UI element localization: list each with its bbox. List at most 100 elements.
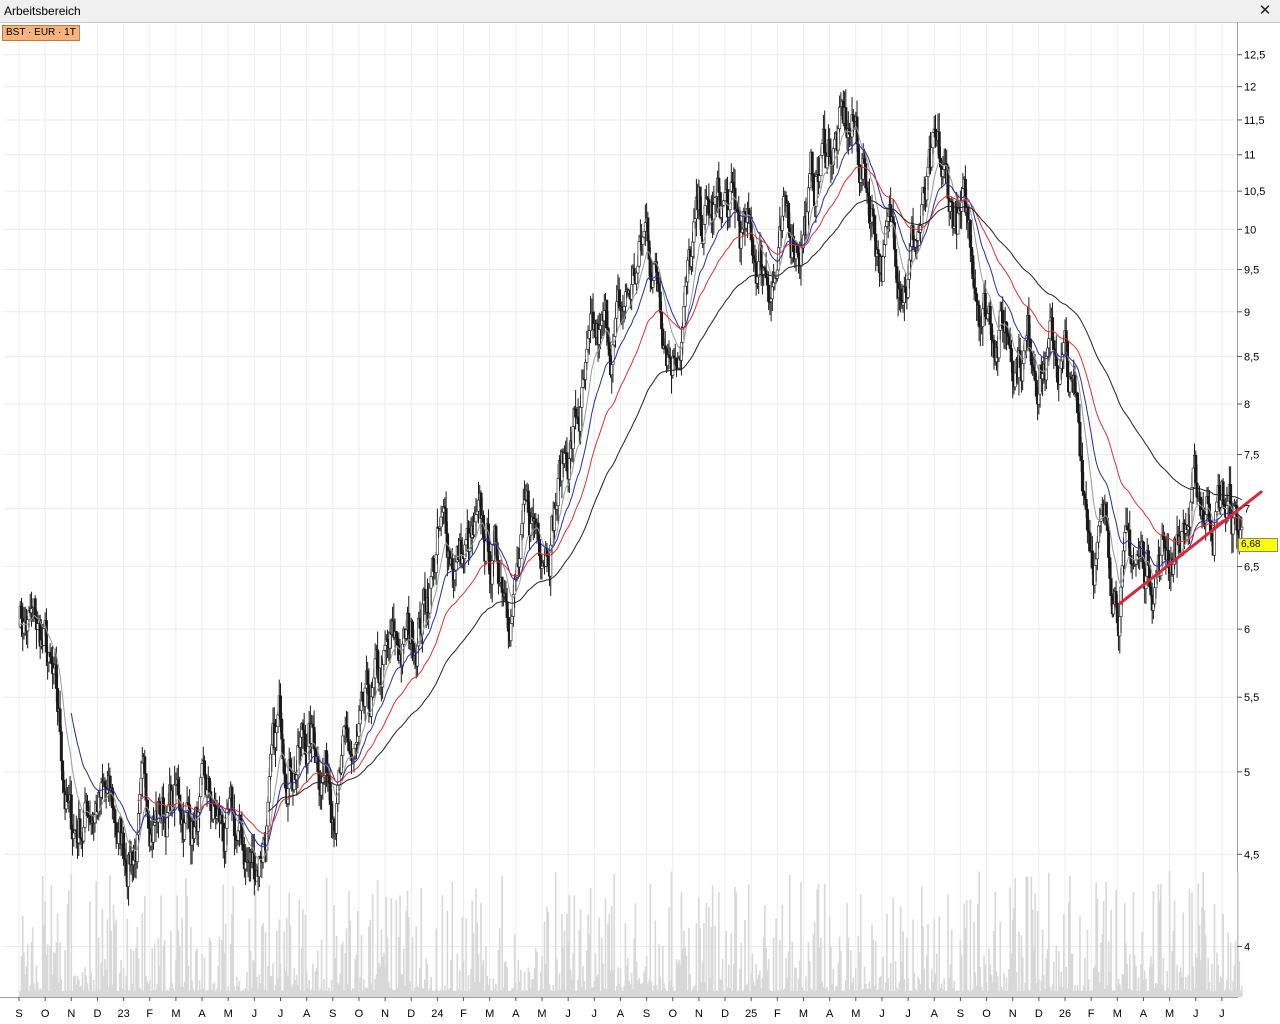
- volume-bar: [791, 942, 794, 997]
- volume-bar: [847, 937, 850, 997]
- volume-bar: [649, 883, 652, 997]
- x-axis: S O N D 23 F M A M J J A S O N D 24 F M A M J J A S O N D 25 F M A M J J A S…: [15, 997, 1225, 1020]
- x-tick-label: A: [1140, 1008, 1148, 1020]
- x-tick-label: A: [303, 1008, 311, 1020]
- volume-bar: [563, 930, 566, 997]
- x-tick-label: F: [1088, 1008, 1095, 1020]
- candle-body: [1107, 530, 1111, 558]
- last-price-tag: 6,68: [1238, 538, 1278, 553]
- volume-bar: [927, 924, 929, 997]
- x-tick-label: N: [1009, 1008, 1017, 1020]
- candle-body: [113, 809, 117, 824]
- volume-bar: [1102, 901, 1105, 997]
- volume-bar: [264, 932, 267, 997]
- volume-bar: [298, 899, 300, 997]
- volume-bar: [536, 951, 538, 997]
- candle-body: [1123, 532, 1127, 552]
- x-tick-label: M: [1113, 1008, 1122, 1020]
- y-tick-label: 9,5: [1244, 264, 1259, 276]
- volume-bar: [395, 900, 398, 997]
- volume-bar: [1182, 912, 1185, 997]
- volume-bar: [711, 885, 714, 997]
- volume-bar: [1227, 932, 1229, 997]
- x-tick-label: M: [1165, 1008, 1174, 1020]
- volume-bar: [823, 883, 826, 997]
- candle-body: [739, 232, 743, 249]
- volume-bar: [579, 909, 582, 997]
- volume-bar: [1018, 931, 1020, 997]
- volume-bar: [965, 900, 968, 997]
- x-tick-label: M: [851, 1008, 860, 1020]
- candle-body: [203, 760, 207, 776]
- volume-bar: [969, 899, 972, 997]
- candle-body: [161, 797, 165, 817]
- y-tick-label: 10,5: [1244, 186, 1265, 198]
- candle-body: [988, 305, 992, 325]
- volume-bar: [262, 923, 264, 997]
- volume-bar: [695, 923, 698, 997]
- candle-body: [432, 558, 436, 572]
- volume-bar: [604, 898, 607, 997]
- volume-bar: [730, 933, 733, 997]
- volume-bar: [772, 937, 775, 997]
- volume-bar: [1062, 914, 1065, 997]
- y-tick-label: 6: [1244, 624, 1250, 636]
- volume-bar: [779, 940, 781, 997]
- ma-black-line: [267, 199, 1242, 812]
- x-tick-label: N: [381, 1008, 389, 1020]
- volume-bar: [360, 935, 363, 997]
- candle-body: [1240, 526, 1244, 531]
- candle-body: [69, 794, 73, 830]
- volume-bar: [938, 916, 941, 997]
- price-chart[interactable]: 4 4,5 5 5,5 6 6,5 7 7,5 8 8,5 9 9,5 10 10,5 11 11,5 12 12…: [0, 0, 1280, 1024]
- volume-bar: [950, 929, 953, 997]
- candle-body: [252, 852, 256, 880]
- volume-bar: [735, 892, 738, 997]
- volume-bar: [1055, 945, 1058, 997]
- volume-bar: [70, 874, 73, 997]
- volume-bar: [349, 921, 352, 997]
- volume-bar: [1213, 903, 1216, 997]
- volume-bar: [1034, 893, 1036, 997]
- ma-blue-line: [70, 141, 1243, 848]
- volume-bar: [1115, 889, 1117, 997]
- volume-bar: [874, 941, 877, 997]
- volume-bar: [317, 950, 319, 997]
- y-tick-label: 4: [1244, 941, 1250, 953]
- volume-bar: [320, 939, 323, 997]
- x-tick-label: O: [668, 1008, 677, 1020]
- volume-bars: [19, 871, 1243, 997]
- candle-body: [518, 558, 522, 568]
- volume-bar: [115, 919, 117, 997]
- x-tick-label: M: [171, 1008, 180, 1020]
- volume-bar: [670, 871, 673, 997]
- volume-bar: [209, 941, 212, 997]
- y-tick-label: 7: [1244, 503, 1250, 515]
- volume-bar: [999, 921, 1002, 997]
- x-tick-label: J: [592, 1008, 598, 1020]
- candle-body: [810, 151, 814, 176]
- volume-bar: [1160, 883, 1162, 997]
- volume-bar: [68, 890, 70, 997]
- x-tick-label: N: [695, 1008, 703, 1020]
- y-tick-label: 11: [1244, 150, 1255, 162]
- volume-bar: [451, 881, 454, 997]
- volume-bar: [465, 918, 467, 997]
- volume-bar: [95, 881, 98, 997]
- volume-bar: [1048, 872, 1050, 997]
- volume-bar: [356, 910, 359, 997]
- volume-bar: [151, 948, 154, 997]
- y-tick-label: 6,5: [1244, 561, 1259, 573]
- x-tick-label: M: [485, 1008, 494, 1020]
- x-tick-label: F: [774, 1008, 781, 1020]
- volume-bar: [573, 895, 576, 997]
- grid: [4, 24, 1236, 997]
- y-tick-label: 5: [1244, 767, 1250, 779]
- instrument-badge[interactable]: BST · EUR · 1T: [2, 25, 80, 41]
- x-tick-label: A: [198, 1008, 206, 1020]
- volume-bar: [935, 953, 938, 997]
- candle-body: [1090, 550, 1094, 568]
- x-tick-label: A: [931, 1008, 939, 1020]
- x-tick-label: J: [1193, 1008, 1199, 1020]
- x-tick-label: S: [329, 1008, 336, 1020]
